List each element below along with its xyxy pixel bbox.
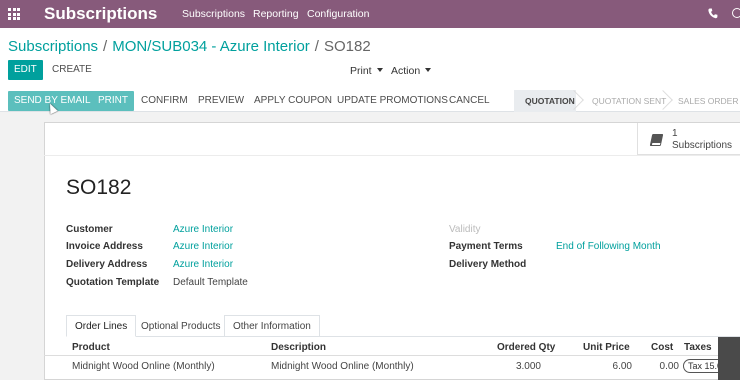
- side-panel-edge: [718, 337, 740, 380]
- tab-optional-products[interactable]: Optional Products: [132, 315, 230, 337]
- tab-other-information[interactable]: Other Information: [224, 315, 320, 337]
- smart-button-label: Subscriptions: [672, 140, 733, 151]
- subscriptions-smart-button[interactable]: 1 Subscriptions: [637, 123, 740, 155]
- quotation-template-label: Quotation Template: [66, 277, 160, 288]
- print-dropdown[interactable]: Print: [350, 65, 383, 77]
- menu-reporting[interactable]: Reporting: [253, 8, 299, 20]
- cell-cost: 0.00: [659, 361, 679, 372]
- stage-sales-order[interactable]: SALES ORDER: [678, 90, 738, 112]
- action-dropdown-label: Action: [391, 65, 421, 77]
- caret-down-icon: [376, 68, 383, 72]
- cell-description: Midnight Wood Online (Monthly): [271, 361, 414, 372]
- column-cost[interactable]: Cost: [651, 342, 673, 353]
- column-description[interactable]: Description: [271, 342, 326, 353]
- create-button[interactable]: CREATE: [46, 60, 98, 80]
- customer-field[interactable]: Azure Interior: [173, 224, 233, 235]
- form-statusbar: SEND BY EMAIL PRINT CONFIRM PREVIEW APPL…: [0, 90, 740, 112]
- delivery-address-field[interactable]: Azure Interior: [173, 259, 233, 270]
- top-navbar: Subscriptions Subscriptions Reporting Co…: [0, 0, 740, 28]
- cell-unit-price: 6.00: [612, 361, 632, 372]
- breadcrumb: Subscriptions / MON/SUB034 - Azure Interio…: [8, 38, 371, 55]
- cancel-button[interactable]: CANCEL: [443, 91, 496, 111]
- payment-terms-label: Payment Terms: [449, 241, 523, 252]
- caret-down-icon: [425, 68, 432, 72]
- menu-subscriptions[interactable]: Subscriptions: [182, 8, 245, 20]
- table-header-divider: [44, 355, 740, 356]
- customer-label: Customer: [66, 224, 113, 235]
- print-dropdown-label: Print: [350, 65, 372, 77]
- breadcrumb-subscription[interactable]: MON/SUB034 - Azure Interior: [112, 38, 310, 55]
- column-product[interactable]: Product: [72, 342, 110, 353]
- breadcrumb-subscriptions[interactable]: Subscriptions: [8, 38, 98, 55]
- tab-order-lines[interactable]: Order Lines: [66, 315, 137, 337]
- smart-button-count: 1: [672, 128, 678, 139]
- cell-ordered-qty: 3.000: [515, 361, 541, 372]
- invoice-address-label: Invoice Address: [66, 241, 143, 252]
- edit-button[interactable]: EDIT: [8, 60, 43, 80]
- breadcrumb-current: SO182: [323, 38, 371, 55]
- app-brand[interactable]: Subscriptions: [44, 4, 157, 24]
- phone-icon[interactable]: [708, 8, 718, 19]
- apps-menu-icon[interactable]: [8, 8, 20, 20]
- invoice-address-field[interactable]: Azure Interior: [173, 241, 233, 252]
- update-promotions-button[interactable]: UPDATE PROMOTIONS: [331, 91, 454, 111]
- payment-terms-field[interactable]: End of Following Month: [556, 241, 661, 252]
- menu-configuration[interactable]: Configuration: [307, 8, 369, 20]
- confirm-button[interactable]: CONFIRM: [135, 91, 194, 111]
- cell-product: Midnight Wood Online (Monthly): [72, 361, 215, 372]
- preview-button[interactable]: PREVIEW: [192, 91, 250, 111]
- delivery-address-label: Delivery Address: [66, 259, 148, 270]
- validity-label: Validity: [449, 224, 481, 235]
- record-title: SO182: [66, 176, 132, 199]
- column-ordered-qty[interactable]: Ordered Qty: [497, 342, 555, 353]
- delivery-method-label: Delivery Method: [449, 259, 527, 270]
- apply-coupon-button[interactable]: APPLY COUPON: [248, 91, 338, 111]
- column-taxes[interactable]: Taxes: [684, 342, 712, 353]
- action-dropdown[interactable]: Action: [391, 65, 432, 77]
- quotation-template-field[interactable]: Default Template: [173, 277, 248, 288]
- activity-clock-icon[interactable]: [732, 8, 740, 18]
- divider: [44, 155, 740, 156]
- print-button[interactable]: PRINT: [92, 91, 134, 111]
- column-unit-price[interactable]: Unit Price: [583, 342, 630, 353]
- book-icon: [649, 134, 664, 146]
